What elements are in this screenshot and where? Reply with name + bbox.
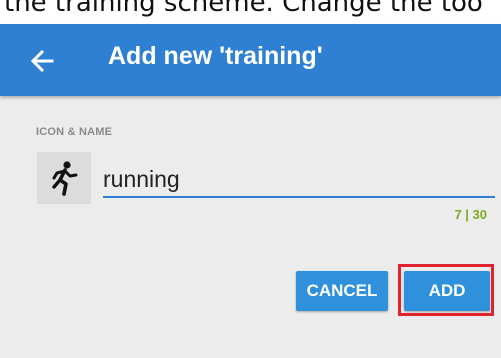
- cancel-button[interactable]: CANCEL: [296, 271, 388, 311]
- app-bar: Add new 'training': [0, 24, 501, 96]
- activity-name-input[interactable]: [103, 164, 495, 198]
- running-person-icon: [52, 161, 78, 196]
- section-label-icon-name: ICON & NAME: [36, 126, 113, 138]
- add-button[interactable]: ADD: [404, 271, 490, 311]
- character-counter: 7 | 30: [454, 207, 487, 222]
- cropped-caption-text: the training scheme. Change the too: [0, 0, 501, 24]
- back-button[interactable]: [26, 44, 60, 78]
- activity-icon-picker[interactable]: [37, 152, 91, 204]
- arrow-left-icon: [30, 49, 54, 73]
- caption-text: the training scheme. Change the too: [4, 0, 483, 18]
- page-title: Add new 'training': [108, 42, 323, 70]
